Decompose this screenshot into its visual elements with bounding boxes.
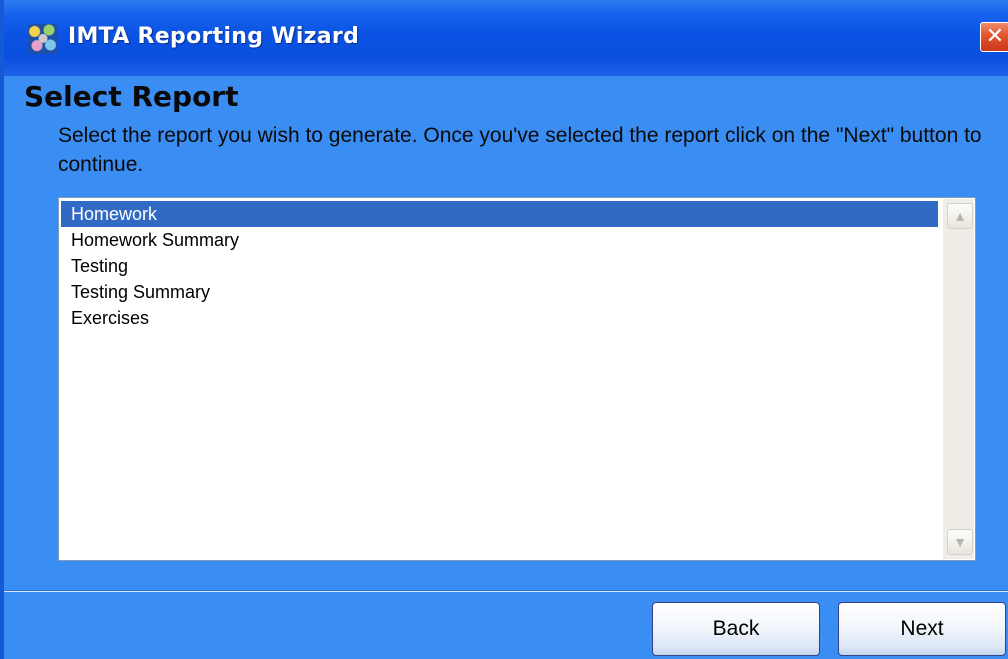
chevron-down-icon: ▼	[953, 534, 967, 550]
report-listbox[interactable]: Homework Homework Summary Testing Testin…	[58, 197, 976, 561]
list-item-homework[interactable]: Homework	[61, 201, 938, 227]
footer-divider	[4, 590, 1008, 592]
close-icon: ✕	[985, 24, 1005, 49]
scroll-down-button[interactable]: ▼	[947, 529, 973, 555]
list-item-homework-summary[interactable]: Homework Summary	[61, 227, 938, 253]
report-list-items: Homework Homework Summary Testing Testin…	[61, 201, 938, 331]
close-button[interactable]: ✕	[980, 22, 1008, 52]
page-description: Select the report you wish to generate. …	[58, 124, 982, 176]
app-icon	[28, 24, 58, 54]
list-item-testing-summary[interactable]: Testing Summary	[61, 279, 938, 305]
back-button[interactable]: Back	[652, 602, 820, 656]
title-bar[interactable]: IMTA Reporting Wizard ✕	[4, 0, 1008, 76]
next-button[interactable]: Next	[838, 602, 1006, 656]
wizard-window: IMTA Reporting Wizard ✕ Select Report Se…	[0, 0, 1008, 659]
page-title: Select Report	[24, 80, 239, 113]
scroll-up-button[interactable]: ▲	[947, 203, 973, 229]
list-item-testing[interactable]: Testing	[61, 253, 938, 279]
window-title: IMTA Reporting Wizard	[68, 24, 360, 49]
vertical-scrollbar[interactable]: ▲ ▼	[943, 199, 974, 559]
chevron-up-icon: ▲	[953, 208, 967, 224]
list-item-exercises[interactable]: Exercises	[61, 305, 938, 331]
